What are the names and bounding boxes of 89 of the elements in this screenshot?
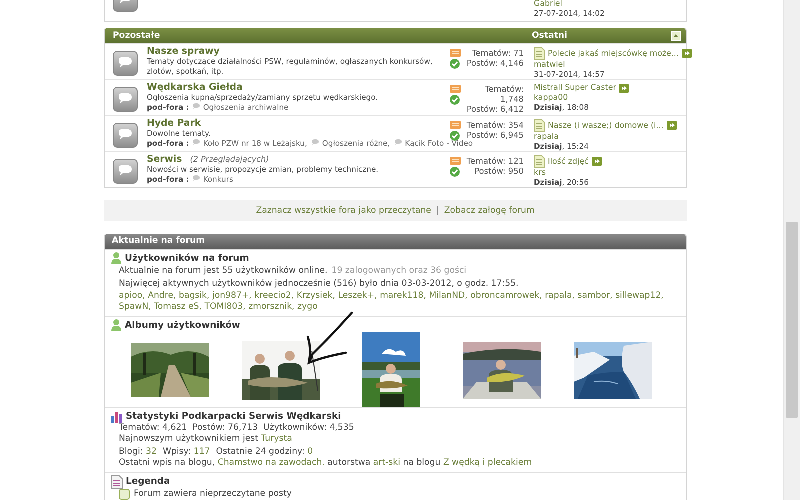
document-icon [534,155,545,168]
go-to-post-icon [682,49,692,58]
forum-title[interactable]: Serwis [147,154,182,165]
check-icon [450,95,460,105]
action-link[interactable]: Zaznacz wszystkie fora jako przeczytane [256,206,432,216]
blog-stat: Wpisy: 117 [162,447,210,458]
user-link[interactable]: obroncamrowek, [470,291,542,301]
speech-bubble-icon [311,139,320,146]
category-title[interactable]: Pozostałe [113,30,532,40]
feed-icon [450,121,461,129]
user-link[interactable]: kreecio2, [254,291,294,301]
link[interactable]: Z wędką i plecakiem [443,458,532,468]
user-link[interactable]: TOMI803, [204,302,246,312]
check-icon [450,167,460,177]
topic-count: Tematów: 121 [466,156,524,166]
section-header: Aktualnie na forum [105,234,686,249]
forum-title[interactable]: Hyde Park [147,118,202,129]
blog-entry-text: Ostatni wpis na blogu, [119,458,216,468]
section-title: Statystyki Podkarpacki Serwis Wędkarski [126,411,342,422]
user-link[interactable]: SpawN, [119,302,152,312]
user-link[interactable]: sambor, [578,291,613,301]
column-header: Ostatni [532,30,568,40]
feed-icon [450,49,461,57]
go-to-post-icon [592,157,602,166]
document-icon [111,474,123,488]
post-count: Postów: 4,146 [466,58,524,68]
document-icon [534,119,545,132]
user-icon [111,252,122,265]
collapse-icon [671,30,681,40]
user-link[interactable]: rapala, [545,291,575,301]
user-link[interactable]: apioo, [119,291,146,301]
link[interactable]: Chamstwo na zawodach. [218,458,325,468]
post-count: Postów: 6,412 [466,104,524,114]
forum-icon [113,87,138,112]
link[interactable]: art-ski [373,458,401,468]
user-link[interactable]: Andre, [148,291,176,301]
record-text: Najwięcej aktywnych użytkowników jednocześnie (516) było dnia 03-03-2012, o godz. 17:55. [118,278,520,290]
speech-bubble-icon [192,103,202,110]
user-link[interactable]: MilanND, [429,291,468,301]
forum-icon [113,123,138,148]
post-count: Postów: 6,945 [466,130,524,140]
forum-title[interactable]: Wędkarska Giełda [147,82,243,93]
go-to-post-icon [619,84,630,92]
post-count: Postów: 950 [474,166,524,176]
forum-title[interactable]: Nasze sprawy [147,46,220,57]
speech-bubble-icon [394,139,404,146]
user-link[interactable]: sillewap12, [616,291,664,301]
feed-icon [450,85,461,93]
user-link[interactable]: jon987+, [212,291,252,301]
feed-icon [450,157,461,165]
newest-user-text: Najnowszym użytkownikiem jest [119,434,260,444]
speech-bubble-icon [192,175,202,182]
go-to-post-icon [666,121,677,130]
online-detail: 19 zalogowanych oraz 36 gości [332,266,467,276]
user-link[interactable]: bagsik, [178,291,210,301]
check-icon [450,131,460,141]
separator: | [436,206,440,216]
speech-bubble-icon [192,139,202,146]
user-link[interactable]: marek118, [380,291,426,301]
forum-icon [113,51,138,76]
user-link[interactable]: Leszek+, [338,291,378,301]
section-title: Użytkowników na forum [125,253,250,264]
topic-count: Tematów: 1,748 [484,84,524,104]
user-link[interactable]: Krzysiek, [296,291,336,301]
online-count: Aktualnie na forum jest 55 użytkowników online. [119,266,328,276]
legend-text: Forum zawiera nieprzeczytane posty [134,488,292,500]
bar-chart-icon [111,410,123,422]
forum-status-icon [119,488,130,500]
arrow-drawing [304,311,354,367]
forum-icon [113,159,138,184]
blog-stat: Ostatnie 24 godziny: 0 [216,447,314,458]
user-link[interactable]: Tomasz eS, [154,302,202,312]
user-link[interactable]: zygo [298,302,318,312]
section-title: Albumy użytkowników [125,320,240,331]
topic-count: Tematów: 354 [466,120,524,130]
topic-count: Tematów: 71 [471,48,524,58]
document-icon [534,47,545,60]
blog-stat: Blogi: 32 [119,447,157,458]
section-title: Legenda [126,476,170,487]
viewers-count: (2 Przeglądających) [190,155,270,164]
link[interactable]: Turysta [261,434,292,444]
user-link[interactable]: zmorsznik, [248,302,295,312]
stats-totals: Tematów: 4,621 Postów: 76,713 Użytkowników: 4,535 [118,423,356,434]
blog-entry-text: autorstwa [326,458,372,468]
scrollbar[interactable] [783,0,800,500]
user-icon [111,319,122,332]
check-icon [450,59,460,69]
blog-entry-text: na blogu [402,458,442,468]
action-link[interactable]: Zobacz załogę forum [444,206,535,216]
